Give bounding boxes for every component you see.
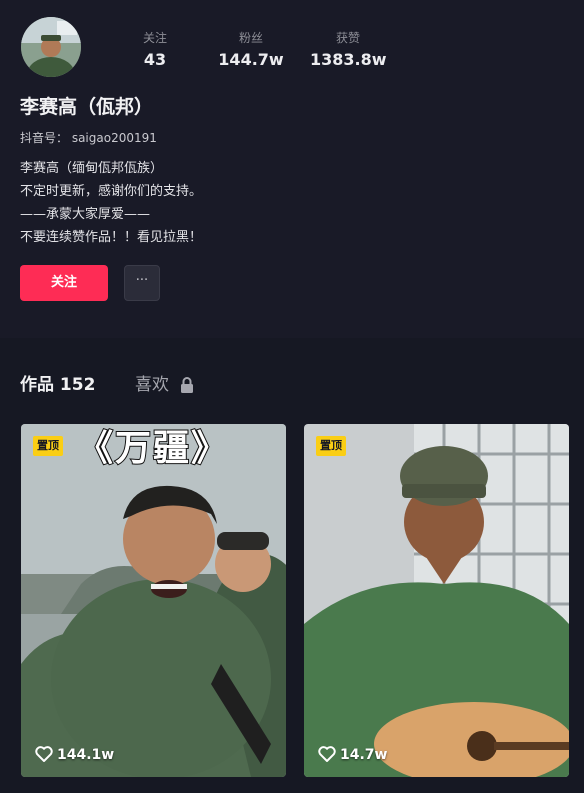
fans-stat[interactable]: 粉丝 144.7w [218,30,284,71]
like-count-text: 144.1w [57,747,115,763]
fans-count: 144.7w [218,50,284,69]
likes-label: 获赞 [335,31,360,45]
douyin-id: 抖音号： saigao200191 [20,131,157,145]
pinned-badge: 置顶 [316,436,346,456]
tab-likes[interactable]: 喜欢 [135,373,169,397]
video-title: 《万疆》 [76,426,230,470]
profile-header: 关注 43 粉丝 144.7w 获赞 1383.8w 李赛高（佤邦） 抖音号： … [0,0,584,338]
heart-icon [318,745,336,762]
video-thumbnail [21,424,286,777]
following-label: 关注 [142,31,167,45]
likes-count: 1383.8w [310,50,387,69]
following-stat[interactable]: 关注 43 [136,30,174,71]
bio-line: ——承蒙大家厚爱—— [20,207,151,222]
bio-line: 不要连续赞作品！！看见拉黑！ [20,230,203,245]
fans-label: 粉丝 [238,31,263,45]
avatar[interactable] [21,17,81,77]
more-options-button[interactable]: ··· [124,265,160,301]
bio-line: 李赛高（缅甸佤邦佤族） [20,161,164,176]
tab-works[interactable]: 作品 152 [20,373,95,397]
heart-icon [35,745,53,762]
video-like-count: 144.1w [35,745,114,765]
content-tabs: 作品 152 喜欢 [0,365,584,405]
video-thumbnail [304,424,569,777]
following-count: 43 [143,50,167,69]
pinned-badge: 置顶 [33,436,63,456]
like-count-text: 14.7w [340,747,388,763]
video-like-count: 14.7w [318,745,387,765]
bio-line: 不定时更新，感谢你们的支持。 [20,184,203,199]
video-card[interactable]: 置顶 《万疆》 144.1w [21,424,286,777]
profile-bio: 李赛高（缅甸佤邦佤族） 不定时更新，感谢你们的支持。 ——承蒙大家厚爱—— 不要… [20,157,420,249]
likes-stat: 获赞 1383.8w [310,30,387,71]
person-avatar-icon [21,17,81,77]
profile-name: 李赛高（佤邦） [20,96,154,118]
video-card[interactable]: 置顶 14.7w [304,424,569,777]
lock-icon [181,377,193,393]
follow-button[interactable]: 关注 [20,265,108,301]
